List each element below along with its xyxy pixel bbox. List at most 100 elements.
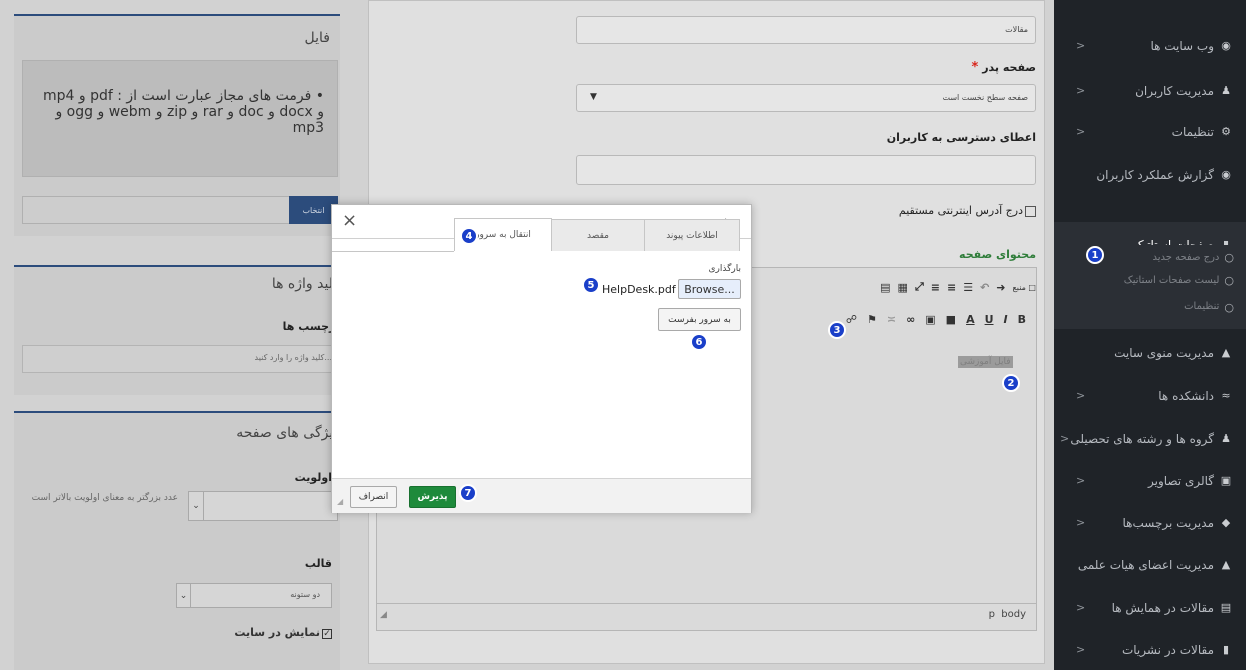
file-path-input[interactable] [22, 196, 290, 224]
category-value: مقالات [1005, 25, 1028, 34]
dialog-resize-handle-icon[interactable]: ◢ [337, 497, 343, 506]
tab-target[interactable]: مقصد [551, 219, 645, 251]
sidebar-item-settings[interactable]: ⚙ تنظیمات < [1054, 109, 1246, 154]
align-icon[interactable]: ☰ [963, 281, 973, 294]
chevron-left-icon: < [1076, 125, 1086, 138]
tab-strip: اطلاعات پیوند مقصد انتقال به سرور [332, 205, 751, 251]
template-label: قالب [304, 557, 332, 570]
chevron-left-icon: < [1076, 474, 1086, 487]
sidebar-item-groups[interactable]: ♟ گروه ها و رشته های تحصیلی < [1054, 416, 1246, 461]
priority-label: اولویت [294, 471, 332, 484]
keywords-panel-title: کلید واژه ها [271, 276, 340, 292]
link-dialog: پیوند × اطلاعات پیوند مقصد انتقال به سرو… [331, 204, 752, 513]
sidebar-item-faculties[interactable]: ≈ دانشکده ها < [1054, 373, 1246, 418]
access-label: اعطای دسترسی به کاربران [886, 131, 1036, 144]
save-icon[interactable]: ▤ [880, 281, 890, 294]
users-icon: ♟ [1221, 432, 1231, 445]
file-panel-title: فایل [304, 30, 330, 46]
ok-button[interactable]: پذیرش [409, 486, 456, 508]
show-on-site-checkbox[interactable]: ✓ [322, 629, 332, 639]
sidebar-item-journal-papers[interactable]: ▮ مقالات در نشریات < [1054, 627, 1246, 670]
tag-icon: ◆ [1221, 516, 1231, 529]
italic-icon[interactable]: I [1004, 313, 1008, 326]
sidebar-item-label: مدیریت منوی سایت [1114, 345, 1214, 360]
browse-button[interactable]: Browse... [678, 279, 741, 299]
bullet: • [311, 88, 324, 104]
direct-url-checkbox[interactable] [1025, 205, 1036, 217]
book-icon: ▮ [1222, 643, 1230, 656]
redo-icon[interactable]: ➜ [996, 281, 1005, 294]
image-icon[interactable]: ▣ [925, 313, 935, 326]
sidebar-item-conference-papers[interactable]: ▤ مقالات در همایش ها < [1054, 585, 1246, 630]
sidebar-sub-new-page[interactable]: ○ درج صفحه جدید [1054, 245, 1246, 269]
flag-icon[interactable]: ⚑ [867, 313, 877, 326]
file-formats-text: فرمت های مجاز عبارت است از : pdf و mp4 و… [42, 88, 324, 136]
templates-icon[interactable]: ▦ [898, 281, 908, 294]
sidebar-sub-page-list[interactable]: ○ لیست صفحات استاتیک [1054, 269, 1246, 291]
resize-handle-icon[interactable]: ◢ [380, 610, 387, 620]
element-path: p body [988, 609, 1026, 620]
send-to-server-button[interactable]: به سرور بفرست [658, 308, 741, 331]
chevron-left-icon: < [1076, 601, 1086, 614]
source-button[interactable]: منبع □ [1013, 283, 1036, 292]
cancel-button[interactable]: انصراف [350, 486, 397, 508]
tab-link-info[interactable]: اطلاعات پیوند [644, 219, 740, 251]
required-mark: * [971, 60, 979, 75]
link-icon[interactable]: ∞ [906, 313, 915, 326]
presentation-icon: ▤ [1220, 601, 1232, 614]
annotation-badge: 6 [690, 333, 708, 351]
bold-icon[interactable]: B [1018, 313, 1026, 326]
sidebar-item-label: گالری تصاویر [1147, 473, 1214, 488]
sidebar-item-label: مقالات در همایش ها [1111, 600, 1214, 615]
circle-icon: ○ [1224, 250, 1234, 264]
direct-url-label: درج آدرس اینترنتی مستقیم [898, 204, 1023, 217]
sidebar-item-websites[interactable]: ◉ وب سایت ها < [1054, 23, 1246, 68]
show-blocks-icon[interactable]: ≡ [931, 281, 940, 294]
sidebar-item-label: دانشکده ها [1158, 388, 1214, 403]
underline-icon[interactable]: U [985, 313, 994, 326]
tags-label: برچسب ها [282, 320, 340, 333]
sidebar-item-label: گزارش عملکرد کاربران [1096, 167, 1214, 182]
font-color-icon[interactable]: A [966, 313, 975, 326]
content-label: محتوای صفحه [959, 248, 1036, 261]
show-on-site-label: نمایش در سایت [234, 626, 320, 639]
sidebar-item-users[interactable]: ♟ مدیریت کاربران < [1054, 68, 1246, 113]
tags-placeholder: ...کلید واژه را وارد کنید [254, 353, 332, 362]
undo-icon[interactable]: ↶ [980, 281, 989, 294]
left-column: فایل • فرمت های مجاز عبارت است از : pdf … [0, 0, 340, 670]
caret-down-icon[interactable]: ▼ [590, 92, 597, 102]
annotation-badge: 7 [459, 484, 477, 502]
spinner-arrow-icon[interactable]: ⌄ [189, 492, 204, 520]
sidebar-sub-settings[interactable]: ○ تنظیمات [1054, 291, 1246, 329]
access-input[interactable] [576, 155, 1036, 185]
priority-spinner[interactable] [188, 491, 338, 521]
unlink-icon[interactable]: ≍ [887, 313, 896, 326]
sidebar-item-gallery[interactable]: ▣ گالری تصاویر < [1054, 458, 1246, 503]
sidebar-item-tags[interactable]: ◆ مدیریت برچسب‌ها < [1054, 500, 1246, 545]
eye-icon: ◉ [1221, 168, 1231, 181]
show-on-site-row[interactable]: ✓نمایش در سایت [40, 626, 332, 639]
maximize-icon[interactable]: ⤢ [915, 280, 924, 294]
sidebar-item-faculty-members[interactable]: ▲ مدیریت اعضای هیات علمی [1054, 542, 1246, 587]
template-select-arrow-icon[interactable]: ⌄ [177, 584, 191, 607]
sidebar-item-label: مقالات در نشریات [1121, 642, 1214, 657]
sidebar-item-label: تنظیمات [1171, 124, 1214, 139]
sidebar-item-label: مدیریت برچسب‌ها [1122, 515, 1214, 530]
chevron-left-icon: < [1076, 84, 1086, 97]
bulleted-list-icon[interactable]: ≡ [947, 281, 956, 294]
chevron-left-icon: < [1060, 432, 1070, 445]
text-color-icon[interactable]: ■ [946, 313, 956, 326]
editor-status-bar [376, 603, 1037, 631]
sidebar-item-top[interactable] [1054, 0, 1246, 6]
user-icon: ♟ [1221, 84, 1231, 97]
rss-icon: ≈ [1221, 389, 1231, 402]
sidebar-item-menu[interactable]: ▲ مدیریت منوی سایت [1054, 330, 1246, 375]
sidebar-item-label: مدیریت اعضای هیات علمی [1077, 557, 1214, 572]
sidebar-item-user-report[interactable]: ◉ گزارش عملکرد کاربران [1054, 152, 1246, 197]
editor-selected-text[interactable]: فایل آموزشی [958, 356, 1013, 368]
chevron-left-icon: < [1076, 643, 1086, 656]
annotation-badge: 3 [828, 321, 846, 339]
sidebar-sub-label: تنظیمات [1184, 301, 1220, 312]
anchor-icon[interactable]: ☍ [846, 313, 857, 326]
direct-url-row[interactable]: درج آدرس اینترنتی مستقیم [740, 204, 1036, 217]
